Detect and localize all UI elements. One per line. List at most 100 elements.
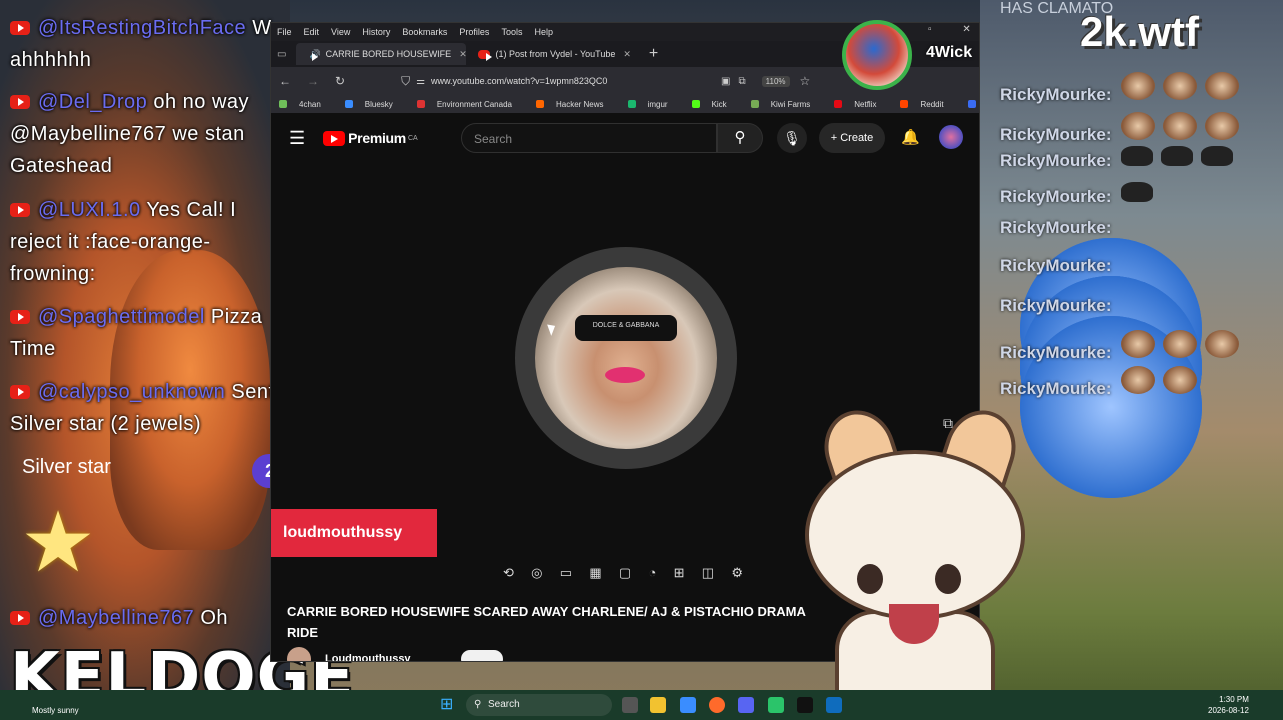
reader-icon[interactable]: ▣	[721, 76, 730, 87]
app-icon[interactable]	[826, 697, 842, 713]
cat-eye	[857, 564, 883, 594]
screen-icon[interactable]: ▭	[560, 565, 572, 587]
menu-icon[interactable]: ☰	[289, 128, 305, 149]
add-icon[interactable]: ⊞	[674, 565, 685, 587]
app-icon[interactable]	[680, 697, 696, 713]
pip-icon[interactable]: ⧉	[739, 76, 746, 87]
menu-help[interactable]: Help	[534, 27, 553, 37]
channel-avatar[interactable]	[287, 647, 311, 661]
bookmark-item[interactable]: Restream	[967, 99, 979, 109]
tab-list-icon[interactable]: ▭	[277, 49, 286, 60]
weather-widget[interactable]: Mostly sunny	[32, 706, 79, 715]
dog-emote-icon	[1121, 366, 1156, 394]
new-tab-icon[interactable]: +	[649, 45, 658, 63]
mic-icon: 🎙	[783, 130, 801, 146]
menu-profiles[interactable]: Profiles	[459, 27, 489, 37]
firefox-icon[interactable]	[709, 697, 725, 713]
app-icon[interactable]	[797, 697, 813, 713]
chat-username: RickyMourke:	[1000, 125, 1112, 144]
bookmark-item[interactable]: Reddit	[900, 99, 955, 109]
bookmark-item[interactable]: Netflix	[834, 99, 888, 109]
taskbar-clock[interactable]: 1:30 PM 2026-08-12	[1208, 694, 1249, 716]
dog-emote-icon	[1205, 112, 1240, 140]
close-tab-icon[interactable]: ✕	[459, 49, 466, 60]
discord-icon[interactable]	[738, 697, 754, 713]
bookmark-label: Reddit	[920, 99, 944, 109]
streamer-avatar	[842, 20, 912, 90]
tab-video[interactable]: 🔊 CARRIE BORED HOUSEWIFE ✕	[296, 43, 467, 65]
right-chat-line: RickyMourke:	[1000, 256, 1202, 458]
bookmark-item[interactable]: Kick	[691, 99, 739, 109]
chat-username: @LUXI.1.0	[38, 199, 141, 221]
voice-search-button[interactable]: 🎙	[777, 123, 807, 153]
bookmark-label: Environment Canada	[436, 99, 512, 109]
subscribe-button[interactable]	[460, 650, 503, 661]
bookmark-item[interactable]: 4chan	[279, 99, 333, 109]
loop-icon[interactable]: ⟲	[503, 565, 514, 587]
youtube-icon	[10, 611, 30, 625]
task-view-icon[interactable]	[622, 697, 638, 713]
app-icon[interactable]	[768, 697, 784, 713]
gift-badge: Silver star 2	[12, 454, 290, 488]
url-bar[interactable]: www.youtube.com/watch?v=1wpmn823QC0	[431, 76, 711, 86]
cow-emote-icon	[1121, 182, 1154, 202]
menu-file[interactable]: File	[277, 27, 292, 37]
taskbar-search[interactable]: ⚲ Search	[466, 694, 612, 716]
chat-username: @Maybelline767	[38, 607, 195, 629]
menu-bookmarks[interactable]: Bookmarks	[402, 27, 447, 37]
search-input[interactable]: Search	[461, 123, 717, 153]
account-avatar[interactable]	[939, 125, 963, 149]
player-controls: ⟲ ◎ ▭ ▦ ▢ ◔ ⊞ ◫ ⚙	[503, 565, 743, 587]
video-circle-frame: DOLCE & GABBANA	[515, 247, 737, 469]
dog-emote-icon	[1163, 366, 1198, 394]
youtube-icon	[10, 310, 30, 324]
search-button[interactable]: ⚲	[717, 123, 763, 153]
site-info-icon[interactable]: ⚌	[416, 76, 425, 87]
create-button[interactable]: + Create	[819, 123, 885, 153]
menu-edit[interactable]: Edit	[304, 27, 320, 37]
bookmark-item[interactable]: Environment Canada	[416, 99, 524, 109]
dog-emote-icon	[1163, 330, 1198, 358]
bookmark-icon	[535, 99, 544, 108]
chat-username: RickyMourke:	[1000, 343, 1112, 362]
close-tab-icon[interactable]: ✕	[623, 49, 631, 60]
clip-icon[interactable]: ▦	[589, 565, 601, 587]
star-bookmark-icon[interactable]: ☆	[800, 74, 811, 88]
chat-username: RickyMourke:	[1000, 218, 1112, 237]
chat-text: Oh	[200, 607, 229, 629]
theater-icon[interactable]: ▢	[619, 565, 631, 587]
menu-history[interactable]: History	[362, 27, 390, 37]
notifications-icon[interactable]: 🔔	[901, 128, 920, 146]
reload-icon[interactable]: ↻	[335, 74, 345, 88]
window-controls[interactable]: ▫ ✕	[928, 24, 985, 35]
right-chat-line: RickyMourke:	[1000, 366, 1205, 399]
bookmark-label: Kick	[711, 99, 727, 109]
bookmark-item[interactable]: Kiwi Farms	[750, 99, 823, 109]
menu-view[interactable]: View	[331, 27, 350, 37]
bookmark-label: Bluesky	[364, 99, 393, 109]
dog-emote-icon	[1121, 330, 1156, 358]
speed-icon[interactable]: ◔	[648, 565, 656, 587]
bookmark-item[interactable]: imgur	[627, 99, 680, 109]
menu-tools[interactable]: Tools	[501, 27, 522, 37]
bookmark-item[interactable]: Bluesky	[344, 99, 405, 109]
back-icon[interactable]: ←	[279, 74, 291, 88]
cow-emote-icon	[1161, 146, 1194, 166]
dog-emote-icon	[1163, 112, 1198, 140]
youtube-logo[interactable]: Premium CA	[323, 130, 418, 146]
bookmark-icon	[967, 99, 976, 108]
chat-username: @Del_Drop	[38, 91, 148, 113]
bookmark-icon	[750, 99, 759, 108]
settings-icon[interactable]: ⚙	[731, 565, 743, 587]
tab-title: CARRIE BORED HOUSEWIFE	[325, 49, 452, 59]
channel-name[interactable]: Loudmouthussy	[325, 653, 411, 661]
file-explorer-icon[interactable]	[650, 697, 666, 713]
zoom-level[interactable]: 110%	[761, 75, 790, 87]
bookmark-item[interactable]: Hacker News	[535, 99, 616, 109]
windows-start-icon[interactable]: ⊞	[440, 697, 456, 713]
broadcast-icon[interactable]: ◎	[531, 565, 542, 587]
screenshot-icon[interactable]: ◫	[702, 565, 714, 587]
chat-message: @Del_Drop oh no way @Maybelline767 we st…	[10, 86, 285, 182]
tab-post[interactable]: (1) Post from Vydel - YouTube ✕	[470, 43, 638, 65]
forward-icon[interactable]: →	[307, 74, 319, 88]
